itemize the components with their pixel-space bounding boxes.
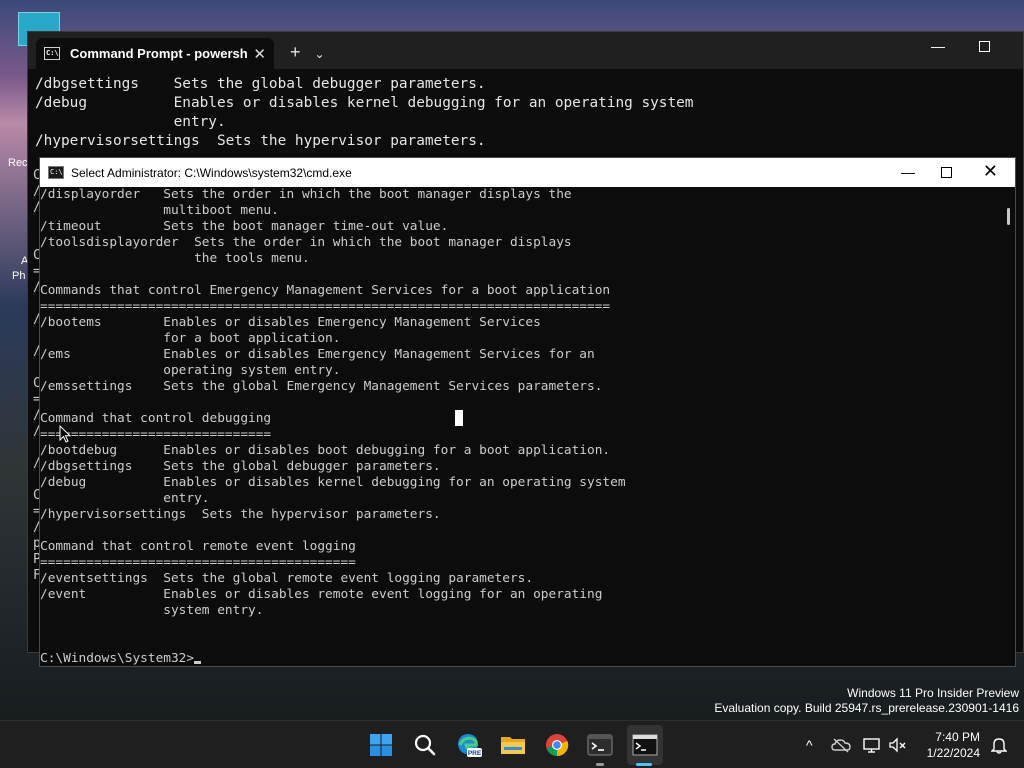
edge-pre-icon: PRE — [458, 734, 482, 757]
taskbar-clock[interactable]: 7:40 PM 1/22/2024 — [927, 729, 980, 761]
start-icon — [370, 734, 392, 756]
terminal-line: /debug Enables or disables kernel debugg… — [35, 95, 694, 111]
chrome-button[interactable] — [542, 730, 572, 760]
desktop-icon-label: Rec — [8, 157, 28, 169]
notifications-button[interactable] — [990, 737, 1008, 759]
cmd-output-line: /emssettings Sets the global Emergency M… — [40, 379, 603, 394]
insider-watermark: Windows 11 Pro Insider Preview Evaluatio… — [714, 686, 1019, 716]
cmd-output-line: Commands that control Emergency Manageme… — [40, 283, 611, 298]
cmd-output-line: /bootems Enables or disables Emergency M… — [40, 315, 541, 330]
svg-text:PRE: PRE — [468, 750, 482, 757]
cmd-output-line: the tools menu. — [40, 251, 310, 266]
file-explorer-button[interactable] — [498, 730, 528, 760]
cmd-output-line — [40, 267, 999, 283]
cmd-output-line: for a boot application. — [40, 331, 341, 346]
search-button[interactable] — [410, 730, 440, 760]
cmd-window[interactable]: C:\ Select Administrator: C:\Windows\sys… — [39, 157, 1016, 667]
chrome-icon — [546, 734, 569, 757]
cmd-window-icon[interactable]: C:\ — [48, 166, 64, 179]
maximize-button[interactable] — [941, 167, 952, 178]
cmd-output-line — [40, 523, 999, 539]
cmd-window-title: Select Administrator: C:\Windows\system3… — [71, 165, 352, 180]
cmd-output-line: operating system entry. — [40, 363, 341, 378]
taskbar: PRE ^ 7:40 PM 1/22/2024 — [0, 720, 1024, 768]
edge-pre-button[interactable]: PRE — [454, 730, 484, 760]
tab-dropdown-button[interactable]: ⌄ — [315, 47, 325, 61]
cmd-titlebar[interactable]: C:\ Select Administrator: C:\Windows\sys… — [40, 158, 1015, 187]
cmd-prompt: C:\Windows\System32> — [40, 651, 195, 666]
cmd-scrollbar[interactable] — [999, 187, 1015, 666]
cmd-output-line: ========================================… — [40, 555, 356, 570]
maximize-button[interactable] — [979, 41, 990, 52]
cmd-output-line: /debug Enables or disables kernel debugg… — [40, 475, 626, 490]
cmd-output-line — [40, 395, 999, 411]
cmd-output-line: entry. — [40, 491, 210, 506]
cmd-output-line: /displayorder Sets the order in which th… — [40, 187, 572, 202]
tab-close-button[interactable]: ✕ — [253, 45, 266, 63]
terminal-button[interactable] — [585, 730, 615, 760]
text-cursor — [194, 661, 202, 664]
cmd-output-line: /ems Enables or disables Emergency Manag… — [40, 347, 595, 362]
cmd-output[interactable]: /displayorder Sets the order in which th… — [40, 187, 999, 666]
watermark-edition: Windows 11 Pro Insider Preview — [847, 686, 1019, 700]
system-tray: ^ — [806, 721, 907, 768]
cmd-output-line: /event Enables or disables remote event … — [40, 587, 603, 602]
bell-icon — [990, 738, 1008, 754]
cmd-output-line: /eventsettings Sets the global remote ev… — [40, 571, 534, 586]
cmd-output-line: multiboot menu. — [40, 203, 279, 218]
clock-time: 7:40 PM — [935, 730, 980, 744]
cmd-output-line: Command that control debugging — [40, 411, 272, 426]
network-icon[interactable] — [862, 737, 883, 753]
cmd-scrollbar-thumb[interactable] — [1007, 208, 1010, 225]
show-hidden-icons-chevron-icon[interactable]: ^ — [806, 737, 813, 753]
minimize-button[interactable]: — — [931, 38, 945, 54]
cmd-output-line — [40, 635, 999, 651]
terminal-output: /dbgsettings Sets the global debugger pa… — [28, 69, 1023, 151]
close-button[interactable]: ✕ — [983, 161, 998, 182]
start-button[interactable] — [366, 730, 396, 760]
cmd-taskbar-button[interactable] — [630, 730, 660, 760]
terminal-tab[interactable]: C:\ Command Prompt - powershe ✕ — [36, 38, 274, 69]
watermark-build: Evaluation copy. Build 25947.rs_prerelea… — [714, 701, 1019, 715]
cmd-output-line: /bootdebug Enables or disables boot debu… — [40, 443, 611, 458]
cmd-prompt-line[interactable]: C:\Windows\System32> — [40, 651, 999, 667]
search-icon — [414, 734, 436, 756]
terminal-icon — [587, 734, 613, 756]
cmd-output-line: Command that control remote event loggin… — [40, 539, 356, 554]
tab-title: Command Prompt - powershe — [70, 46, 248, 61]
volume-muted-icon[interactable] — [888, 737, 907, 753]
cmd-icon — [632, 734, 658, 756]
terminal-titlebar[interactable]: C:\ Command Prompt - powershe ✕ + ⌄ — — [28, 32, 1023, 69]
terminal-running-indicator — [596, 763, 604, 766]
cmd-output-line: /toolsdisplayorder Sets the order in whi… — [40, 235, 572, 250]
new-tab-button[interactable]: + — [290, 42, 301, 63]
onedrive-icon[interactable] — [830, 737, 851, 753]
cmd-output-line: system entry. — [40, 603, 264, 618]
cmd-active-indicator — [636, 763, 652, 766]
minimize-button[interactable]: — — [901, 164, 915, 180]
cmd-output-line: /dbgsettings Sets the global debugger pa… — [40, 459, 441, 474]
terminal-line: /hypervisorsettings Sets the hypervisor … — [35, 133, 486, 149]
terminal-line: /dbgsettings Sets the global debugger pa… — [35, 76, 486, 92]
cmd-output-line — [40, 619, 999, 635]
cmd-tab-icon: C:\ — [44, 47, 60, 60]
cmd-output-line: ========================================… — [40, 299, 611, 314]
desktop-icon-label: Ph — [12, 270, 26, 282]
terminal-line: entry. — [35, 114, 226, 130]
cmd-output-line: ============================== — [40, 427, 272, 442]
file-explorer-icon — [501, 737, 525, 754]
cmd-output-line: /hypervisorsettings Sets the hypervisor … — [40, 507, 441, 522]
clock-date: 1/22/2024 — [926, 746, 980, 760]
mouse-pointer-icon — [59, 425, 71, 443]
cmd-output-line: /timeout Sets the boot manager time-out … — [40, 219, 449, 234]
selection-cursor — [455, 410, 463, 426]
